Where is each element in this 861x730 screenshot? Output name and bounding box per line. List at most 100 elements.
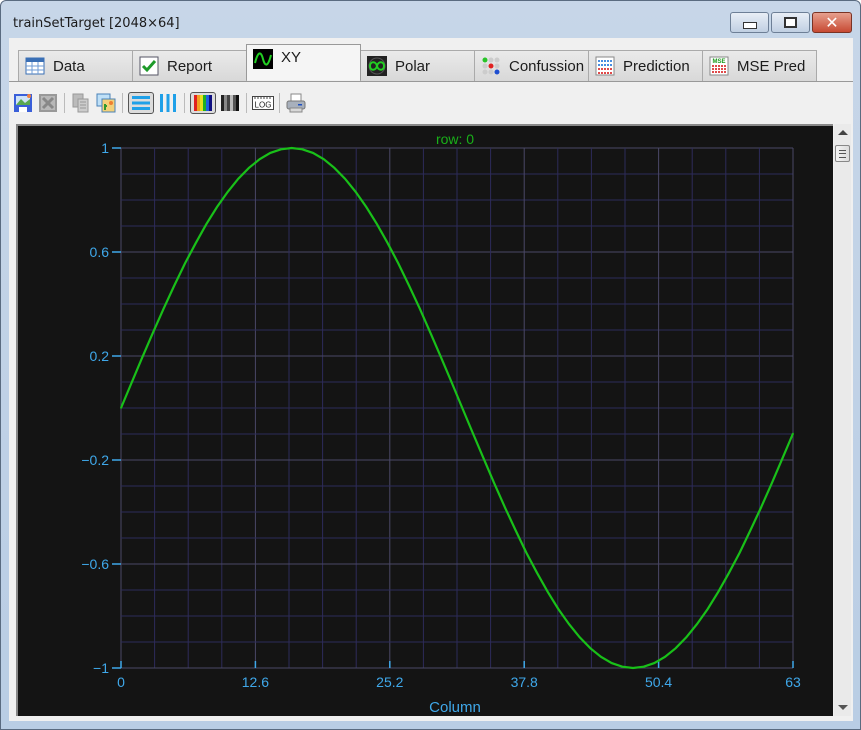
checkmark-icon (139, 56, 159, 76)
x-tick-label: 12.6 (242, 674, 269, 690)
data-point (738, 551, 741, 554)
data-point (397, 262, 400, 265)
data-point (130, 381, 133, 384)
tab-prediction[interactable]: Prediction (588, 50, 703, 81)
data-point (642, 665, 645, 668)
data-point (205, 223, 208, 225)
maximize-button[interactable] (771, 12, 810, 33)
sine-wave-icon (253, 49, 273, 69)
data-point (557, 608, 560, 610)
xy-chart[interactable]: 1 0.6 0.2 −0.2 −0.6 −1 0 12.6 25.2 37.8 50.4 63 row… (18, 126, 833, 716)
mse-table-icon: MSE (709, 56, 729, 76)
save-image-button[interactable] (12, 92, 34, 114)
y-tick-label: −1 (93, 660, 109, 676)
copy-button[interactable] (70, 92, 92, 114)
grayscale-palette-toggle[interactable] (219, 92, 241, 114)
x-tick-label: 50.4 (645, 674, 672, 690)
data-point (674, 647, 677, 650)
data-point (429, 331, 432, 334)
tab-confussion[interactable]: Confussion (474, 50, 589, 81)
tab-polar[interactable]: Polar (360, 50, 475, 81)
tab-data[interactable]: Data (18, 50, 133, 81)
tab-mse-pred[interactable]: MSE MSE Pred (702, 50, 817, 81)
data-point (749, 529, 752, 532)
tab-label: Data (53, 57, 85, 75)
chart-title: row: 0 (436, 131, 474, 147)
data-point (290, 147, 293, 149)
data-point (760, 506, 762, 509)
data-point (386, 242, 389, 244)
data-point (493, 482, 496, 485)
x-tick-label: 25.2 (376, 674, 403, 690)
polar-infinity-icon (367, 56, 387, 76)
data-point (344, 177, 346, 180)
y-tick-label: 0.2 (90, 348, 110, 364)
data-point (546, 591, 549, 593)
close-button[interactable]: ✕ (812, 12, 852, 33)
data-point (269, 152, 272, 154)
scroll-down-icon[interactable] (838, 705, 848, 710)
data-point (504, 506, 506, 509)
data-point (632, 667, 634, 669)
data-point (706, 608, 709, 610)
data-point (194, 242, 197, 244)
data-point (333, 166, 336, 169)
tab-xy[interactable]: XY (246, 44, 361, 80)
data-point (280, 148, 282, 151)
horizontal-rows-toggle[interactable] (128, 92, 154, 114)
data-point (301, 148, 304, 151)
data-point (184, 262, 186, 265)
save-image-icon (14, 94, 32, 112)
table-icon (25, 57, 45, 75)
data-point (226, 191, 229, 193)
x-tick-label: 37.8 (511, 674, 538, 690)
toolbar-separator (279, 93, 280, 113)
data-point (141, 356, 144, 359)
data-point (450, 381, 453, 384)
x-tick-label: 0 (117, 674, 125, 690)
tab-label: Confussion (509, 57, 585, 75)
print-icon (286, 93, 306, 113)
data-point (696, 623, 698, 625)
print-button[interactable] (285, 92, 307, 114)
grid-table-icon (595, 56, 615, 76)
tab-label: Prediction (623, 57, 690, 75)
client-area: Data Report XY Polar Confussion Predicti… (9, 38, 853, 721)
vertical-scrollbar[interactable] (834, 124, 851, 716)
data-point (440, 356, 442, 359)
data-point (322, 158, 325, 160)
toolbar-separator (246, 93, 247, 113)
svg-text:LOG: LOG (255, 101, 272, 110)
minimize-button[interactable] (730, 12, 769, 33)
x-axis-label: Column (429, 699, 481, 716)
y-tick-label: 1 (101, 140, 109, 156)
color-palette-toggle[interactable] (190, 92, 216, 114)
copy-disabled-icon (72, 93, 89, 113)
scroll-up-icon[interactable] (838, 130, 848, 135)
data-point (536, 572, 538, 574)
vertical-columns-toggle[interactable] (157, 92, 179, 114)
scrollbar-thumb[interactable] (835, 145, 850, 162)
tab-report[interactable]: Report (132, 50, 247, 81)
data-point (589, 647, 592, 650)
delete-button[interactable] (37, 92, 59, 114)
data-point (792, 432, 794, 435)
y-tick-label: 0.6 (90, 244, 110, 260)
data-point (685, 636, 688, 639)
data-point (408, 284, 410, 287)
data-point (173, 284, 176, 287)
data-point (216, 206, 218, 208)
app-window: trainSetTarget [2048×64] ✕ Data Report X… (0, 0, 861, 730)
tab-label: Report (167, 57, 213, 75)
data-point (514, 529, 517, 532)
data-point (525, 551, 528, 554)
copy-image-button[interactable] (95, 92, 117, 114)
grayscale-palette-icon (221, 95, 239, 111)
data-point (664, 656, 666, 658)
data-point (152, 331, 154, 334)
title-bar[interactable]: trainSetTarget [2048×64] ✕ (1, 1, 860, 39)
tab-bar: Data Report XY Polar Confussion Predicti… (18, 44, 817, 82)
log-scale-button[interactable]: LOG (252, 92, 274, 114)
data-point (621, 665, 624, 668)
data-point (237, 177, 240, 180)
